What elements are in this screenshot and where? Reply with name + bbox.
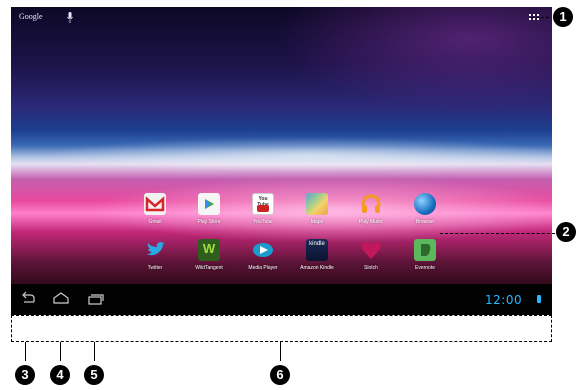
app-amazon-kindle[interactable]: kindle Amazon Kindle (289, 239, 345, 271)
play-store-icon (198, 193, 220, 215)
browser-icon (414, 193, 436, 215)
app-media-player[interactable]: Media Player (235, 239, 291, 271)
callout-4: 4 (50, 365, 70, 385)
evernote-icon (414, 239, 436, 261)
app-label: Browser (415, 219, 435, 225)
app-browser[interactable]: Browser (397, 193, 453, 225)
app-label: Twitter (147, 265, 163, 271)
kindle-icon: kindle (306, 239, 328, 261)
leader-line (440, 233, 555, 234)
google-search-label[interactable]: Google (19, 12, 43, 21)
twitter-icon (144, 239, 166, 261)
system-bar-outline (11, 315, 552, 342)
top-bar: Google (11, 7, 552, 29)
youtube-icon: You Tube (252, 193, 274, 215)
app-label: Evernote (414, 265, 435, 271)
app-label: Gmail (148, 219, 162, 225)
leader-line (25, 342, 26, 361)
app-label: Amazon Kindle (300, 265, 334, 271)
app-label: Maps (310, 219, 324, 225)
leader-line (60, 342, 61, 361)
tablet-home-screen: Google Gmail Play Store You YouTube Maps… (11, 7, 552, 315)
app-twitter[interactable]: Twitter (127, 239, 183, 271)
app-play-music[interactable]: Play Music (343, 193, 399, 225)
play-music-icon (360, 193, 382, 215)
callout-1: 1 (553, 7, 573, 27)
leader-line (280, 342, 281, 361)
battery-icon (537, 295, 541, 303)
app-youtube[interactable]: You Tube YouTube (235, 193, 291, 225)
wildtangent-icon: W (198, 239, 220, 261)
recent-apps-icon[interactable] (85, 290, 105, 308)
back-icon[interactable] (19, 290, 39, 308)
callout-5: 5 (84, 365, 104, 385)
leader-line (94, 342, 95, 361)
app-label: WildTangent (195, 265, 223, 271)
app-wildtangent[interactable]: W WildTangent (181, 239, 237, 271)
app-shortcut-grid: Gmail Play Store You Tube YouTube Maps P… (127, 193, 457, 287)
callout-2: 2 (556, 222, 576, 242)
clock[interactable]: 12:00 (485, 293, 522, 307)
app-label: Slotch (364, 265, 378, 271)
app-slotch[interactable]: Slotch (343, 239, 399, 271)
media-player-icon (252, 239, 274, 261)
app-label: Play Store (197, 219, 221, 225)
maps-icon (306, 193, 328, 215)
callout-6: 6 (270, 365, 290, 385)
leader-line (531, 17, 549, 18)
app-label: Media Player (248, 265, 278, 271)
app-gmail[interactable]: Gmail (127, 193, 183, 225)
slotch-icon (360, 239, 382, 261)
app-label: Play Music (358, 219, 384, 225)
mic-icon[interactable] (67, 12, 73, 23)
app-maps[interactable]: Maps (289, 193, 345, 225)
app-label: YouTube (253, 219, 273, 225)
app-evernote[interactable]: Evernote (397, 239, 453, 271)
callout-3: 3 (15, 365, 35, 385)
app-play-store[interactable]: Play Store (181, 193, 237, 225)
gmail-icon (144, 193, 166, 215)
navigation-bar: 12:00 (11, 284, 552, 315)
home-icon[interactable] (51, 290, 71, 308)
